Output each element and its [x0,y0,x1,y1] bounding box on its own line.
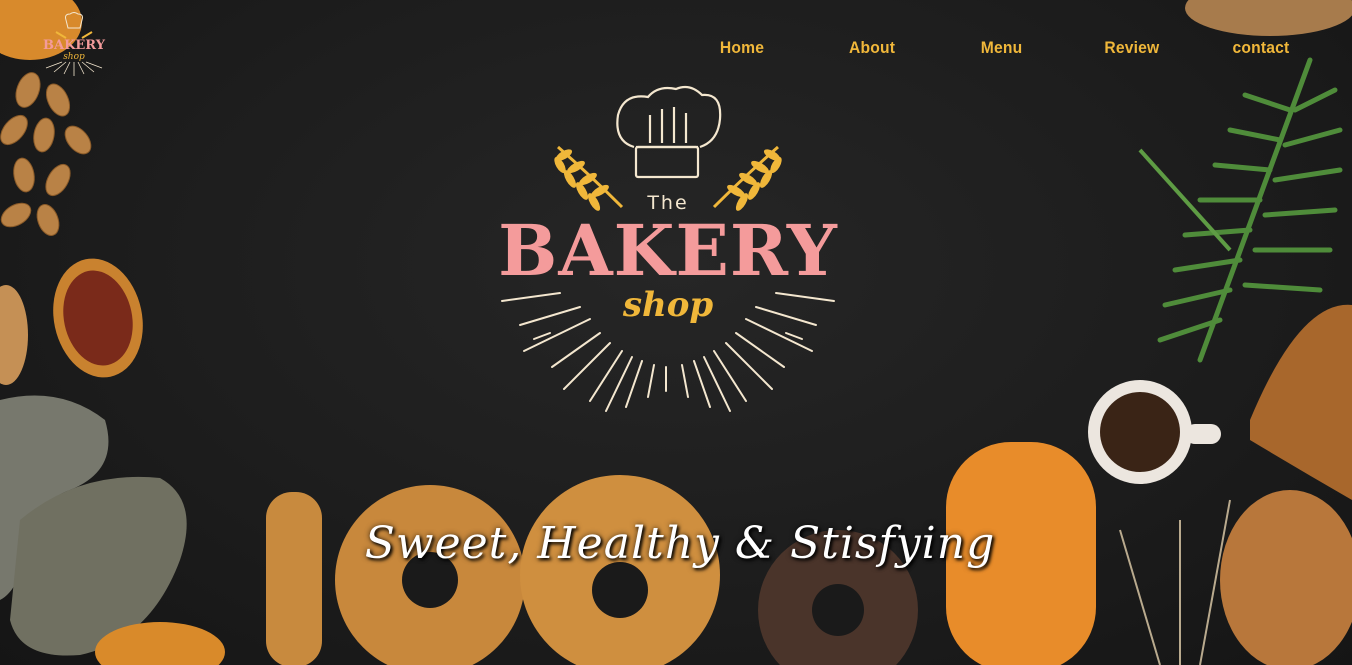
nav-menu[interactable]: Menu [981,38,1023,58]
nav-home[interactable]: Home [720,38,764,58]
nav-contact[interactable]: contact [1232,38,1289,58]
main-nav: Home About Menu Review contact [0,38,1352,64]
logo-sub: shop [622,285,714,325]
hero-tagline: Sweet, Healthy & Stisfying [364,518,996,569]
logo-name: BAKERY [498,209,838,292]
nav-about[interactable]: About [849,38,895,58]
bakery-logo: The BAKERY shop [490,85,850,425]
nav-review[interactable]: Review [1104,38,1159,58]
